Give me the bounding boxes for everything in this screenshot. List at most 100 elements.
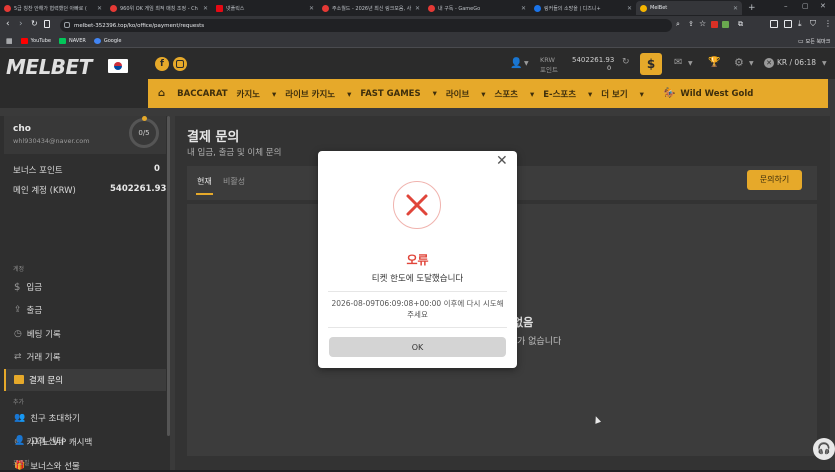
sidepanel-icon[interactable]: [784, 20, 792, 28]
browser-tab[interactable]: 주소월드 - 2026년 최신 링크모음, 사 ✕: [318, 1, 424, 15]
close-window-icon[interactable]: ✕: [820, 2, 826, 10]
sidebar-item-bet-history[interactable]: ◷ 베팅 기록: [14, 328, 61, 340]
nav-item-live-casino[interactable]: 라이브 카지노 ▾: [285, 88, 351, 100]
bookmark-page-icon[interactable]: [44, 20, 50, 28]
home-icon[interactable]: ⌂: [158, 88, 165, 99]
sidebar-item-support[interactable]: 👤 고객 센터: [14, 435, 64, 447]
sidebar-item-deposit[interactable]: $ 입금: [14, 281, 42, 294]
error-detail: 2026-08-09T06:09:08+00:00 이후에 다시 시도해 주세요: [331, 299, 504, 319]
all-bookmarks[interactable]: ▭ 모든 북마크: [798, 38, 830, 45]
sidebar-item-withdraw[interactable]: ⇪ 출금: [14, 304, 42, 316]
section-profile: 프로필: [13, 460, 30, 467]
trophy-icon[interactable]: 🏆: [708, 57, 720, 68]
nav-promo-wild-west-gold[interactable]: Wild West Gold: [680, 89, 753, 99]
support-icon: 👤: [14, 436, 26, 446]
sidebar-item-invite-friends[interactable]: 👥 친구 초대하기: [14, 412, 80, 424]
x-mark-icon: [406, 194, 428, 216]
mail-icon[interactable]: ✉: [674, 57, 682, 68]
download-icon[interactable]: ⤓: [798, 19, 802, 29]
main-account-value: 5402261.93: [110, 184, 167, 194]
error-message: 티켓 한도에 도달했습니다: [371, 274, 464, 284]
extension-icon[interactable]: [722, 21, 729, 28]
gear-icon[interactable]: ⚙: [734, 56, 744, 69]
chevron-down-icon: ▼: [688, 60, 693, 67]
close-tab-icon[interactable]: ✕: [97, 5, 102, 12]
ok-button[interactable]: OK: [329, 337, 506, 357]
close-tab-icon[interactable]: ✕: [627, 5, 632, 12]
extensions-icon[interactable]: ⧉: [738, 20, 743, 29]
browser-tab[interactable]: 5급 칭찬 안해가 협력했던 아빠로 (✕: [0, 1, 106, 15]
dollar-icon: $: [14, 281, 21, 293]
site-info-icon[interactable]: [64, 22, 70, 28]
nav-item-fast-games[interactable]: FAST GAMES ▾: [360, 89, 436, 99]
bookmark-youtube[interactable]: YouTube: [20, 38, 51, 44]
close-circle-icon[interactable]: ✕: [764, 58, 774, 68]
browser-tab[interactable]: 960위 OK 게임 최적 매칭 조정 - Ch ✕: [106, 1, 212, 15]
profile-icon[interactable]: [770, 20, 778, 28]
tab-current[interactable]: 현재: [197, 176, 212, 187]
bookmark-google[interactable]: Google: [93, 38, 122, 44]
close-tab-icon[interactable]: ✕: [521, 5, 526, 12]
nav-item-sports[interactable]: 스포츠 ▾: [495, 88, 535, 100]
transfer-icon: ⇄: [14, 352, 22, 362]
melbet-logo[interactable]: MELBET: [6, 55, 92, 79]
chevron-down-icon: ▼: [822, 60, 827, 67]
language-time[interactable]: KR / 06:18: [777, 58, 816, 67]
site-header: MELBET f 👤 ▼ KRW 포인트 5402261.93 0 ↻ $ ✉ …: [0, 48, 835, 79]
close-icon[interactable]: ✕: [496, 153, 508, 169]
address-input[interactable]: melbet-352396.top/ko/office/payment/requ…: [60, 19, 672, 32]
folder-icon: ▭: [798, 37, 804, 45]
browser-tab[interactable]: 링커들의 소망을 | 디즈니+ ✕: [530, 1, 636, 15]
bonus-points-value: 0: [154, 164, 160, 174]
nav-left-spacer: [0, 79, 148, 108]
extension-icon[interactable]: [711, 21, 718, 28]
korea-flag-icon: [108, 59, 128, 73]
browser-tab[interactable]: 내 구독 - GameGo ✕: [424, 1, 530, 15]
sidebar-item-transactions[interactable]: ⇄ 거래 기록: [14, 351, 61, 363]
headset-icon[interactable]: 🎧: [813, 438, 835, 460]
bookmark-naver[interactable]: NAVER: [58, 38, 86, 44]
refresh-icon[interactable]: ↻: [622, 57, 630, 67]
deposit-button[interactable]: $: [640, 53, 662, 75]
close-tab-icon[interactable]: ✕: [309, 5, 314, 12]
zoom-icon[interactable]: ⌕: [676, 20, 680, 29]
tab-favicon-icon: [110, 4, 117, 12]
facebook-icon[interactable]: f: [155, 57, 169, 71]
browser-tab-active[interactable]: MelBet ✕: [636, 1, 742, 15]
shield-icon[interactable]: ⛉: [810, 19, 816, 29]
sidebar-scrollbar[interactable]: [167, 116, 170, 436]
progress-dot-icon: [142, 116, 147, 121]
browser-tab[interactable]: 넷플릭스 ✕: [212, 1, 318, 15]
nav-item-baccarat[interactable]: BACCARAT: [177, 89, 227, 99]
apps-grid-icon[interactable]: ▦: [6, 37, 13, 45]
nav-item-casino[interactable]: 카지노 ▾: [237, 88, 277, 100]
page-subtitle: 내 입금, 출금 및 이체 문의: [187, 148, 282, 158]
close-tab-icon[interactable]: ✕: [203, 5, 208, 12]
minimize-icon[interactable]: –: [784, 2, 788, 10]
star-icon[interactable]: ☆: [699, 19, 706, 28]
close-tab-icon[interactable]: ✕: [733, 5, 738, 12]
account-icon[interactable]: 👤: [510, 58, 522, 69]
forward-icon[interactable]: ›: [19, 19, 23, 29]
tab-current-underline: [196, 193, 213, 195]
share-icon[interactable]: ⇪: [688, 20, 694, 28]
tab-favicon-icon: [216, 4, 223, 12]
close-tab-icon[interactable]: ✕: [415, 5, 420, 12]
nav-item-live[interactable]: 라이브 ▾: [446, 88, 486, 100]
menu-icon[interactable]: ⋮: [824, 19, 832, 28]
instagram-icon[interactable]: [173, 57, 187, 71]
maximize-icon[interactable]: ▢: [802, 2, 809, 10]
currency-label: KRW: [540, 56, 555, 64]
tab-inactive[interactable]: 비활성: [223, 176, 245, 187]
sidebar-item-payment-requests-active[interactable]: 결제 문의: [4, 369, 166, 391]
inquiry-button[interactable]: 문의하기: [747, 170, 802, 190]
section-more: 추가: [13, 399, 25, 406]
nav-item-more[interactable]: 더 보기 ▾: [601, 88, 644, 100]
tab-favicon-icon: [4, 4, 11, 12]
reload-icon[interactable]: ↻: [31, 19, 38, 28]
back-icon[interactable]: ‹: [6, 19, 10, 29]
nav-item-esports[interactable]: E-스포츠 ▾: [543, 88, 592, 100]
balance-value: 5402261.93: [572, 56, 615, 64]
points-label: 포인트: [540, 66, 558, 74]
new-tab-icon[interactable]: +: [748, 3, 756, 13]
